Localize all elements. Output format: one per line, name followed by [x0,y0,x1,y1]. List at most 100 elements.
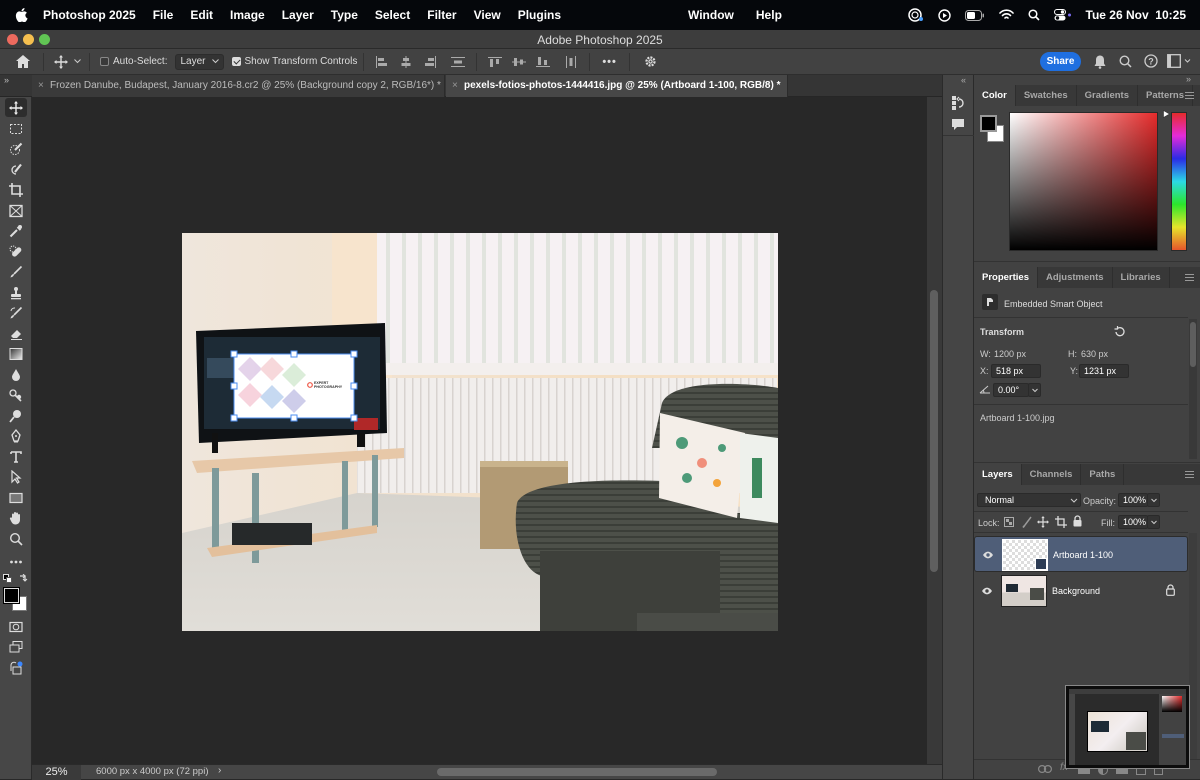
opacity-dropdown[interactable] [1147,493,1160,507]
rotation-angle-dropdown[interactable] [1028,383,1041,397]
notifications-bell-icon[interactable] [1094,55,1106,69]
tab-properties[interactable]: Properties [974,267,1038,288]
quick-mask-button[interactable] [5,617,27,636]
battery-icon[interactable] [964,9,985,21]
layer-name[interactable]: Background [1052,586,1100,596]
tool-quick-selection[interactable] [5,160,27,179]
screenshot-thumbnail-preview[interactable] [1066,686,1189,768]
tool-clone-stamp[interactable] [5,283,27,302]
lock-all-icon[interactable] [1073,515,1082,527]
horizontal-scroll-thumb[interactable] [437,768,717,776]
panel-menu-icon[interactable] [1185,92,1194,99]
vertical-scroll-thumb[interactable] [930,290,938,572]
blend-mode-dropdown[interactable]: Normal [977,493,1081,507]
transform-handle[interactable] [350,350,358,358]
lock-transparent-pixels-icon[interactable] [1004,517,1014,527]
tool-history-brush[interactable] [5,303,27,322]
help-icon[interactable]: ? [1144,54,1158,68]
tool-frame[interactable] [5,201,27,220]
panel-menu-icon[interactable] [1185,471,1194,478]
menu-filter[interactable]: Filter [427,8,456,22]
show-transform-controls-checkbox[interactable] [231,57,241,66]
tool-gradient[interactable] [5,344,27,363]
app-menu[interactable]: Photoshop 2025 [43,8,136,22]
tool-object-selection[interactable] [5,139,27,158]
color-panel-foreground-swatch[interactable] [980,115,997,132]
wifi-icon[interactable] [998,9,1014,21]
menu-layer[interactable]: Layer [282,8,314,22]
control-center-icon[interactable] [1053,9,1072,21]
layer-row-background[interactable]: Background [974,573,1188,609]
foreground-color-swatch[interactable] [4,588,19,603]
lock-position-icon[interactable] [1037,516,1049,528]
collapse-toolbar-button[interactable]: » [4,75,9,85]
menubar-clock[interactable]: Tue 26 Nov 10:25 [1086,8,1187,22]
tool-rectangle[interactable] [5,488,27,507]
width-value[interactable]: 1200 px [994,349,1026,359]
hue-slider[interactable] [1171,112,1187,251]
transform-handle[interactable] [350,382,358,390]
settings-button[interactable] [644,55,657,68]
document-info[interactable]: 6000 px x 4000 px (72 ppi) [96,766,209,777]
history-icon[interactable] [951,95,965,111]
default-colors-icon[interactable] [3,574,13,584]
transform-handle[interactable] [230,382,238,390]
zoom-level-field[interactable]: 25% [32,765,81,780]
tab-adjustments[interactable]: Adjustments [1038,267,1113,288]
fill-input[interactable]: 100% [1118,515,1148,529]
document-tab-frozen-danube[interactable]: × Frozen Danube, Budapest, January 2016-… [32,75,445,97]
lock-artboard-icon[interactable] [1055,516,1067,528]
more-options-button[interactable]: ••• [602,56,617,68]
close-tab-icon[interactable]: × [452,75,458,97]
menu-select[interactable]: Select [375,8,410,22]
menu-image[interactable]: Image [230,8,265,22]
tool-hand[interactable] [5,508,27,527]
tab-channels[interactable]: Channels [1022,464,1082,485]
spotlight-search-icon[interactable] [1027,9,1040,21]
reset-transform-icon[interactable] [1114,326,1125,337]
tool-rectangular-marquee[interactable] [5,119,27,138]
distribute-vertically-icon[interactable] [451,56,466,68]
rotation-angle-input[interactable]: 0.00° [993,383,1029,397]
share-button[interactable]: Share [1040,52,1081,71]
tab-libraries[interactable]: Libraries [1113,267,1170,288]
menu-help[interactable]: Help [756,8,782,22]
document-tab-pexels[interactable]: × pexels-fotios-photos-1444416.jpg @ 25%… [446,75,788,97]
creative-cloud-icon[interactable] [907,8,924,22]
align-vertical-centers-icon[interactable] [512,56,527,68]
lock-image-pixels-icon[interactable] [1022,516,1032,528]
media-play-icon[interactable] [937,8,951,22]
align-top-edges-icon[interactable] [488,56,503,68]
swap-colors-icon[interactable] [18,574,28,584]
color-picker-field[interactable] [1009,112,1158,251]
home-button[interactable] [15,54,31,70]
tool-path-selection[interactable] [5,467,27,486]
align-horizontal-centers-icon[interactable] [399,55,413,68]
link-layers-icon[interactable] [1038,765,1052,773]
tool-eraser[interactable] [5,324,27,343]
screen-mode-button[interactable] [5,637,27,656]
workspace-icon[interactable] [1167,54,1191,68]
status-menu-arrow[interactable]: › [218,765,221,776]
tool-move[interactable] [5,98,27,117]
transform-handle[interactable] [350,414,358,422]
panel-menu-icon[interactable] [1185,274,1194,281]
tab-color[interactable]: Color [974,85,1016,106]
properties-scrollbar[interactable] [1189,319,1197,459]
tool-brush[interactable] [5,262,27,281]
transform-handle[interactable] [290,414,298,422]
tool-blur[interactable] [5,365,27,384]
transform-handle[interactable] [230,350,238,358]
height-value[interactable]: 630 px [1081,349,1108,359]
auto-select-checkbox[interactable] [100,57,109,66]
fill-dropdown[interactable] [1147,515,1160,529]
tab-gradients[interactable]: Gradients [1077,85,1138,106]
collapse-dock-button[interactable]: « [961,75,966,85]
transform-handle[interactable] [230,414,238,422]
tool-crop[interactable] [5,180,27,199]
tool-edit-toolbar[interactable] [5,552,27,571]
layer-name[interactable]: Artboard 1-100 [1053,550,1113,560]
tab-swatches[interactable]: Swatches [1016,85,1077,106]
move-tool-preset-picker[interactable] [54,54,81,69]
menu-window[interactable]: Window [688,8,734,22]
